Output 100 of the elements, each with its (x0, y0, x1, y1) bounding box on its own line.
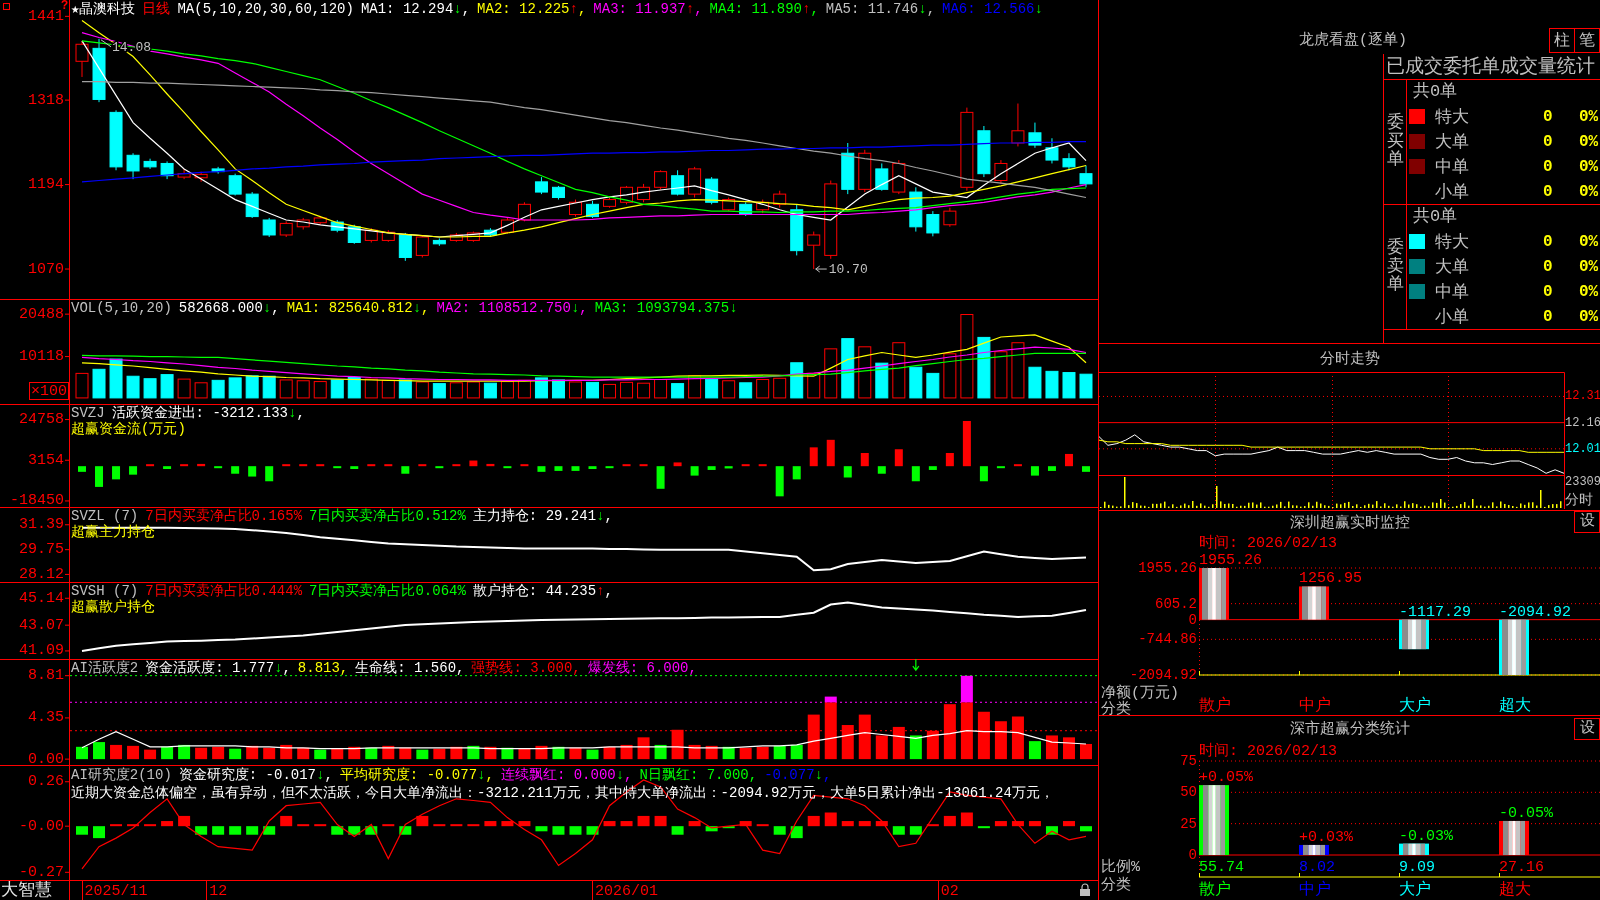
order-share: 0% (1579, 107, 1600, 126)
indicator-caption: 超赢散户持仓 (71, 599, 156, 615)
activity-bar (110, 744, 123, 760)
volume-bar (483, 382, 497, 399)
flow-bar (775, 466, 784, 497)
flow-bar (333, 466, 342, 469)
indicator-label: MA(5,10,20,30,60,120) (177, 1, 354, 17)
volume-bar (228, 377, 242, 399)
research-bar (756, 824, 769, 827)
activity-bar (909, 735, 922, 760)
research-bar (807, 815, 820, 827)
candlestick (381, 229, 395, 243)
flow-bar (894, 449, 903, 467)
volume-bar (415, 381, 429, 399)
axis-label: 0.00 (28, 750, 64, 765)
candlestick (534, 176, 548, 195)
flow-bar (214, 466, 223, 469)
research-bar (93, 826, 105, 839)
research-bar (1045, 826, 1058, 835)
data-label: 27.16 (1499, 859, 1544, 876)
flow-bar (639, 464, 648, 467)
flow-bar (112, 466, 121, 480)
volume-bar (586, 381, 599, 399)
volume-bar (313, 381, 327, 399)
settings-button[interactable]: 设 (1574, 511, 1600, 533)
flow-bar (316, 464, 325, 467)
axis-label: 1194 (28, 176, 64, 194)
candlestick (109, 109, 123, 171)
flow-bar (979, 466, 988, 482)
trend-arrow: ↓, (262, 300, 280, 316)
chart-button[interactable]: 笔 (1574, 28, 1600, 53)
indicator-label: SVZL (7) (71, 508, 139, 524)
research-bar (76, 826, 88, 835)
axis-label: -0.00 (19, 817, 64, 835)
volume-bar (194, 382, 208, 399)
flow-bar (265, 466, 274, 482)
help-mark[interactable]: ? (61, 0, 69, 13)
panel-title: 龙虎看盘(逐单) (1299, 32, 1407, 49)
flow-bar (945, 453, 954, 467)
activity-bar (994, 721, 1007, 760)
candlestick (415, 234, 429, 258)
research-bar (1028, 821, 1041, 827)
order-type: 特大 (1435, 232, 1470, 253)
settings-button[interactable]: 设 (1574, 717, 1600, 740)
flow-bar (401, 466, 410, 474)
volume-bar (1062, 372, 1076, 399)
date-label: 2025/11 (84, 883, 148, 900)
order-share: 0% (1579, 157, 1600, 176)
table-title: 已成交委托单成交量统计 (1384, 54, 1600, 80)
volume-bar (534, 377, 548, 399)
volume-bar (126, 375, 140, 399)
flow-bar (469, 460, 478, 467)
trend-arrow: ↓, (477, 766, 494, 784)
flow-bar (197, 463, 206, 467)
indicator-label: MA1: 12.294 (360, 1, 454, 17)
order-type: 中单 (1435, 282, 1470, 303)
indicator-label: N日飘红: 7.000, (639, 766, 758, 784)
category-label: 超大 (1499, 697, 1531, 715)
research-bar (433, 824, 446, 827)
indicator-label: AI活跃度2 (71, 660, 139, 676)
flow-bar (520, 464, 529, 467)
order-type: 大单 (1435, 257, 1470, 278)
order-type: 中单 (1435, 157, 1470, 178)
category-label: 超大 (1499, 881, 1531, 899)
flow-bar (809, 447, 818, 467)
research-bar (671, 826, 684, 835)
volume-bar (1028, 366, 1042, 399)
order-type: 特大 (1435, 107, 1470, 128)
candlestick (943, 207, 957, 228)
candlestick (1062, 152, 1076, 171)
candlestick (1045, 137, 1059, 164)
candlestick (262, 217, 276, 238)
flow-bar (1082, 466, 1090, 472)
flow-bar (656, 466, 665, 489)
indicator-label: 7日内买卖净占比0.512% (309, 508, 466, 524)
indicator-label: 连续飘红: 0.000 (500, 766, 616, 784)
volume-bar (994, 351, 1008, 399)
axis-label: -0.27 (19, 863, 64, 880)
analysis-text: 近期大资金总体偏空，虽有异动，但不太活跃，今日大单净流出：-3212.211万元，其中特大单净流出：-2094.92万元，大单5日累计净出-13061.24万元， (71, 784, 1054, 802)
axis-label: 10118 (19, 348, 64, 366)
volume-bar (671, 383, 685, 399)
volume-bar (92, 368, 106, 399)
flow-bar (503, 466, 512, 469)
chart-button[interactable]: 柱 (1549, 28, 1575, 53)
data-label: 1955.26 (1199, 552, 1262, 569)
candlestick (517, 201, 531, 222)
candlestick (398, 232, 412, 262)
flow-bar (792, 466, 801, 480)
activity-bar (246, 745, 259, 760)
candlestick (177, 168, 191, 180)
activity-bar (416, 749, 429, 760)
candlestick (790, 203, 804, 256)
indicator-label: 散户持仓: 44.235 (472, 583, 597, 599)
activity-bar (229, 748, 242, 760)
order-share: 0% (1579, 132, 1600, 151)
activity-bar (875, 735, 888, 760)
research-bar (127, 824, 140, 827)
research-bar (501, 821, 514, 827)
flow-bar (537, 466, 546, 472)
down-arrow-icon (912, 659, 920, 672)
